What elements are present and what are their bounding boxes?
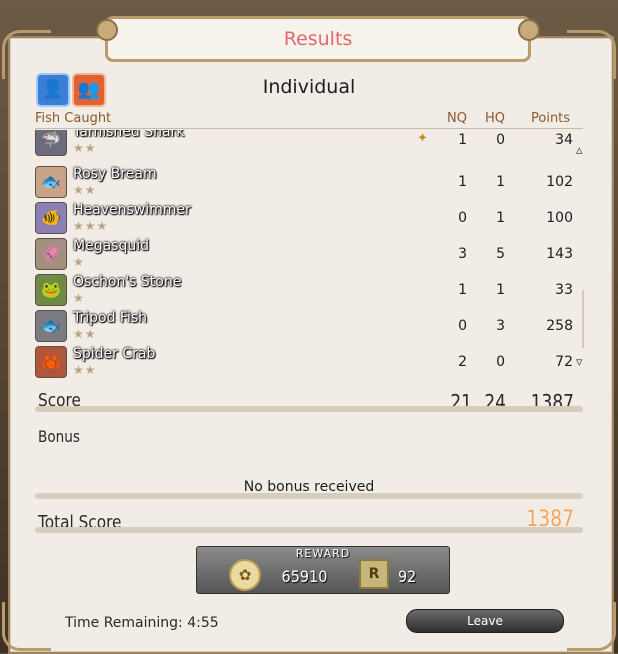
leave-button[interactable]: Leave <box>406 609 564 633</box>
fish-name: Tripod Fish <box>73 310 148 326</box>
gil-icon: ✿ <box>229 559 261 591</box>
fish-points: 34 <box>555 132 573 148</box>
fish-points: 33 <box>555 282 573 298</box>
frame-corner-ornament <box>567 602 616 651</box>
fish-row[interactable]: 🐟 Rosy Bream ★★ 1 1 102 <box>35 164 583 200</box>
fish-stars: ★★ <box>73 363 97 377</box>
reward-panel: REWARD ✿ 65910 R 92 <box>196 546 450 594</box>
fish-hq: 1 <box>496 282 505 298</box>
score-divider <box>35 406 583 412</box>
column-nq: NQ <box>447 111 467 126</box>
fish-stars: ★★ <box>73 141 97 155</box>
fish-hq: 0 <box>496 354 505 370</box>
total-divider <box>35 527 583 533</box>
fish-nq: 1 <box>458 132 467 148</box>
fish-name: Heavenswimmer <box>73 202 191 218</box>
frame-corner-ornament <box>567 30 616 79</box>
squid-icon: 🦑 <box>35 238 67 270</box>
results-window: Results 👤 👥 Individual Fish Caught NQ HQ… <box>0 0 618 654</box>
reward-gil: 65910 <box>281 567 328 586</box>
column-hq: HQ <box>485 111 506 126</box>
title-ornament <box>96 19 118 41</box>
fish-hq: 5 <box>496 246 505 262</box>
fish-row[interactable]: 🦈 Tarnished Shark ★★ ✦ 1 0 34 <box>35 130 583 158</box>
fish-hq: 3 <box>496 318 505 334</box>
fish-stars: ★★ <box>73 183 97 197</box>
reward-title: REWARD <box>295 547 351 560</box>
stone-icon: 🐸 <box>35 274 67 306</box>
heavenswimmer-icon: 🐠 <box>35 202 67 234</box>
fish-row[interactable]: 🦑 Megasquid ★ 3 5 143 <box>35 236 583 272</box>
title-plate: Results <box>96 16 540 62</box>
fish-points: 72 <box>555 354 573 370</box>
column-fish-caught: Fish Caught <box>35 111 112 126</box>
page-heading: Individual <box>262 76 356 98</box>
bonus-divider <box>35 493 583 499</box>
column-points: Points <box>531 111 571 126</box>
fish-row[interactable]: 🐸 Oschon's Stone ★ 1 1 33 <box>35 272 583 308</box>
scroll-down-arrow-icon[interactable]: ▿ <box>576 355 583 370</box>
fish-name: Spider Crab <box>73 346 156 362</box>
fish-stars: ★★ <box>73 327 97 341</box>
fish-nq: 1 <box>458 282 467 298</box>
bonus-label: Bonus <box>38 427 80 446</box>
window-title: Results <box>283 28 353 50</box>
fish-stars: ★★★ <box>73 219 109 233</box>
fish-nq: 0 <box>458 318 467 334</box>
fish-row[interactable]: 🐟 Tripod Fish ★★ 0 3 258 <box>35 308 583 344</box>
fish-nq: 0 <box>458 210 467 226</box>
fish-nq: 1 <box>458 174 467 190</box>
frame-corner-ornament <box>2 602 51 651</box>
fish-hq: 1 <box>496 174 505 190</box>
fish-name: Oschon's Stone <box>73 274 182 290</box>
fish-points: 100 <box>546 210 573 226</box>
time-remaining: Time Remaining: 4:55 <box>65 615 219 631</box>
scroll-up-arrow-icon[interactable]: ▵ <box>576 143 583 158</box>
fish-points: 102 <box>546 174 573 190</box>
reward-scrips: 92 <box>398 567 417 586</box>
fish-row[interactable]: 🐠 Heavenswimmer ★★★ 0 1 100 <box>35 200 583 236</box>
header-divider <box>35 128 583 129</box>
fish-row[interactable]: 🦀 Spider Crab ★★ 2 0 72 <box>35 344 583 380</box>
fish-hq: 1 <box>496 210 505 226</box>
fish-name: Tarnished Shark <box>73 130 185 140</box>
big-fish-icon: ✦ <box>417 131 428 146</box>
tripod-fish-icon: 🐟 <box>35 310 67 342</box>
fish-hq: 0 <box>496 132 505 148</box>
shark-icon: 🦈 <box>35 130 67 156</box>
fish-stars: ★ <box>73 255 85 269</box>
scrip-icon: R <box>359 559 389 589</box>
scrollbar[interactable] <box>582 290 584 348</box>
fish-nq: 3 <box>458 246 467 262</box>
fish-name: Rosy Bream <box>73 166 157 182</box>
fish-stars: ★ <box>73 291 85 305</box>
fish-name: Megasquid <box>73 238 149 254</box>
crab-icon: 🦀 <box>35 346 67 378</box>
frame-corner-ornament <box>2 30 51 79</box>
fish-points: 258 <box>546 318 573 334</box>
bream-icon: 🐟 <box>35 166 67 198</box>
fish-list[interactable]: 🦈 Tarnished Shark ★★ ✦ 1 0 34 🐟 Rosy Bre… <box>35 130 583 382</box>
fish-nq: 2 <box>458 354 467 370</box>
fish-points: 143 <box>546 246 573 262</box>
title-ornament <box>518 19 540 41</box>
